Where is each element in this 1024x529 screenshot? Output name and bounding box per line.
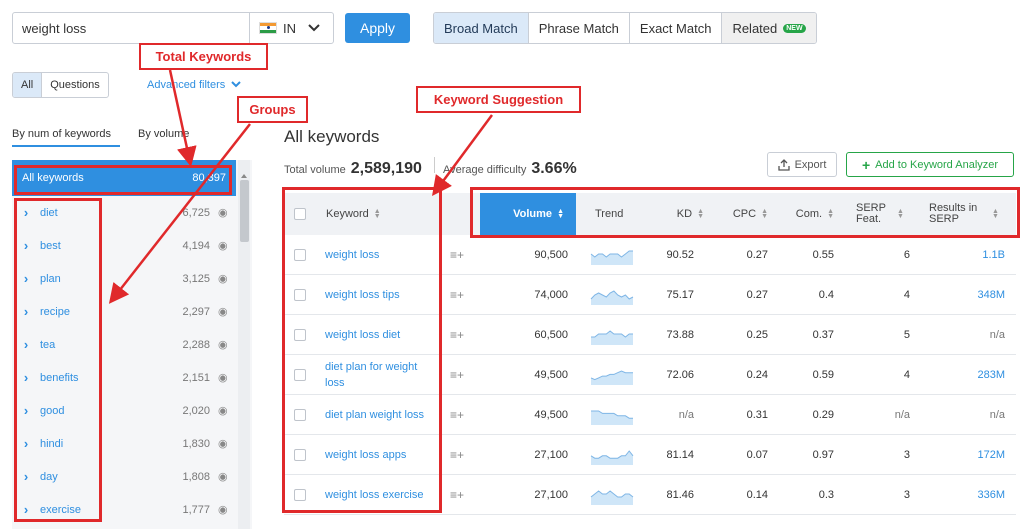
arrow-to-groups bbox=[108, 123, 251, 304]
arrow-to-total-keywords bbox=[168, 69, 197, 167]
annotation-arrows bbox=[108, 69, 494, 304]
arrow-to-keyword-suggestion bbox=[432, 114, 494, 197]
